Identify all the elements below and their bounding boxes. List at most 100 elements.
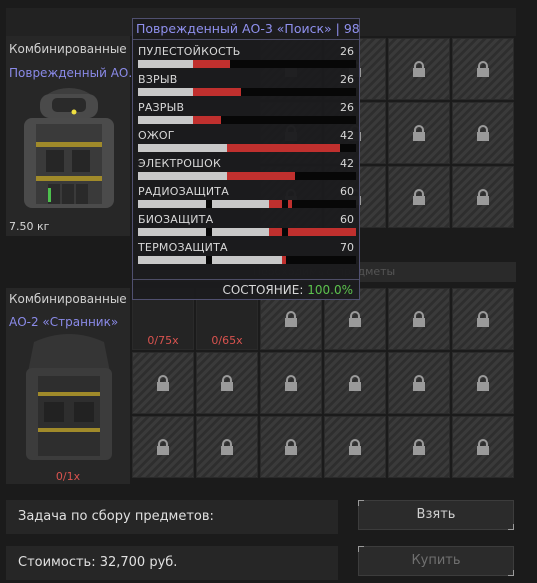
stat-bar-fill — [212, 200, 269, 208]
stat-bar-fill — [138, 200, 206, 208]
lock-icon — [221, 375, 233, 391]
lock-icon — [349, 311, 361, 327]
top-item-category: Комбинированные — [9, 42, 127, 56]
slot-cell[interactable] — [388, 166, 450, 228]
stat-bar-fill — [269, 200, 282, 208]
stat-label: РАЗРЫВ — [138, 101, 185, 114]
slot-cell[interactable] — [196, 416, 258, 478]
stat-bar — [138, 228, 356, 236]
lock-icon — [285, 439, 297, 455]
stat-bar — [138, 144, 356, 152]
stat-bar-fill — [269, 228, 282, 236]
slot-cell[interactable] — [324, 352, 386, 414]
stat-bar-fill — [138, 116, 193, 124]
stat-value: 70 — [340, 241, 354, 254]
stat-label: РАДИОЗАЩИТА — [138, 185, 229, 198]
tooltip-divider — [133, 279, 359, 280]
stat-value: 60 — [340, 185, 354, 198]
lock-icon — [413, 375, 425, 391]
tooltip-divider — [133, 39, 359, 40]
cost-label: Стоимость: 32,700 руб. — [18, 555, 178, 570]
bottom-item-card[interactable]: Комбинированные АО-2 «Странник» 0/1x — [6, 288, 130, 484]
task-panel: Задача по сбору предметов: — [6, 500, 338, 534]
stat-value: 26 — [340, 45, 354, 58]
slot-cell[interactable] — [388, 416, 450, 478]
state-label: СОСТОЯНИЕ: — [222, 283, 304, 297]
lock-icon — [157, 439, 169, 455]
slot-cell[interactable] — [260, 416, 322, 478]
bottom-slot-grid: 0/75x 0/65x — [132, 288, 514, 478]
slot-cell[interactable] — [132, 416, 194, 478]
stat-bar-fill — [193, 116, 221, 124]
slot-cell[interactable] — [132, 352, 194, 414]
stat-bar-fill — [138, 60, 193, 68]
stat-value: 42 — [340, 157, 354, 170]
stat-bar — [138, 116, 356, 124]
slot-cell[interactable] — [452, 166, 514, 228]
slot-cell[interactable] — [388, 288, 450, 350]
lock-icon — [285, 311, 297, 327]
stat-bar — [138, 60, 356, 68]
slot-count: 0/65x — [211, 334, 243, 347]
lock-icon — [221, 439, 233, 455]
stat-bar-fill — [138, 172, 227, 180]
top-item-card[interactable]: Комбинированные Поврежденный АО. 7.50 кг — [6, 36, 133, 236]
lock-icon — [477, 189, 489, 205]
top-item-name: Поврежденный АО. — [9, 66, 133, 80]
task-label: Задача по сбору предметов: — [18, 509, 214, 524]
slot-cell[interactable] — [260, 352, 322, 414]
stat-bar — [138, 200, 356, 208]
buy-button[interactable]: Купить — [358, 546, 514, 576]
lock-icon — [477, 439, 489, 455]
stat-bar-fill — [288, 228, 356, 236]
take-button[interactable]: Взять — [358, 500, 514, 530]
slot-cell[interactable] — [452, 288, 514, 350]
slot-count: 0/75x — [147, 334, 179, 347]
stat-bar — [138, 88, 356, 96]
slot-cell[interactable] — [452, 352, 514, 414]
lock-icon — [285, 375, 297, 391]
lock-icon — [413, 125, 425, 141]
slot-cell[interactable] — [452, 102, 514, 164]
slot-cell[interactable] — [452, 38, 514, 100]
bottom-item-name: АО-2 «Странник» — [9, 315, 119, 329]
stat-value: 26 — [340, 73, 354, 86]
cost-panel: Стоимость: 32,700 руб. — [6, 546, 338, 580]
stat-bar-fill — [138, 88, 193, 96]
slot-cell[interactable] — [388, 352, 450, 414]
stat-bar-fill — [288, 200, 292, 208]
bottom-item-count: 0/1x — [55, 470, 81, 483]
lock-icon — [477, 311, 489, 327]
stat-bar-fill — [212, 228, 269, 236]
stat-bar — [138, 172, 356, 180]
stat-label: ЭЛЕКТРОШОК — [138, 157, 221, 170]
lock-icon — [477, 61, 489, 77]
tooltip-state: СОСТОЯНИЕ: 100.0% — [222, 283, 353, 297]
stat-bar-fill — [227, 172, 295, 180]
stat-bar — [138, 256, 356, 264]
top-item-weight: 7.50 кг — [9, 220, 50, 233]
stat-bar-fill — [138, 144, 227, 152]
slot-cell[interactable] — [196, 352, 258, 414]
slot-cell[interactable] — [388, 102, 450, 164]
item-tooltip: Поврежденный АО-3 «Поиск» | 98 ПУЛЕСТОЙК… — [132, 18, 360, 300]
slot-cell[interactable] — [324, 416, 386, 478]
stat-bar-fill — [193, 88, 241, 96]
stat-bar-fill — [138, 256, 206, 264]
lock-icon — [477, 125, 489, 141]
lock-icon — [349, 375, 361, 391]
stat-value: 60 — [340, 213, 354, 226]
stat-label: ПУЛЕСТОЙКОСТЬ — [138, 45, 241, 58]
lock-icon — [477, 375, 489, 391]
stat-label: БИОЗАЩИТА — [138, 213, 214, 226]
slot-cell[interactable] — [452, 416, 514, 478]
lock-icon — [413, 61, 425, 77]
stat-bar-fill — [193, 60, 230, 68]
lock-icon — [413, 439, 425, 455]
stat-label: ТЕРМОЗАЩИТА — [138, 241, 228, 254]
stat-label: ВЗРЫВ — [138, 73, 178, 86]
slot-cell[interactable] — [388, 38, 450, 100]
bottom-item-category: Комбинированные — [9, 292, 127, 306]
top-vest-image — [24, 88, 114, 208]
bottom-vest-image — [26, 334, 112, 460]
